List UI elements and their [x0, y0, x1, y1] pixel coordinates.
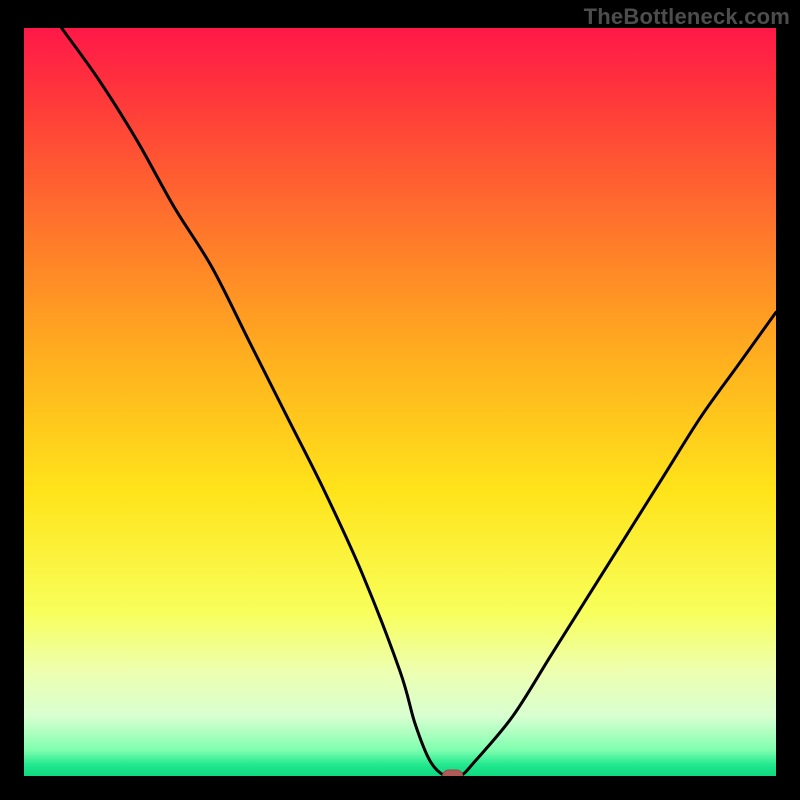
frame-right [776, 0, 800, 800]
frame-bottom [0, 776, 800, 800]
watermark-label: TheBottleneck.com [584, 4, 790, 30]
bottleneck-chart [0, 0, 800, 800]
chart-stage: TheBottleneck.com [0, 0, 800, 800]
frame-left [0, 0, 24, 800]
